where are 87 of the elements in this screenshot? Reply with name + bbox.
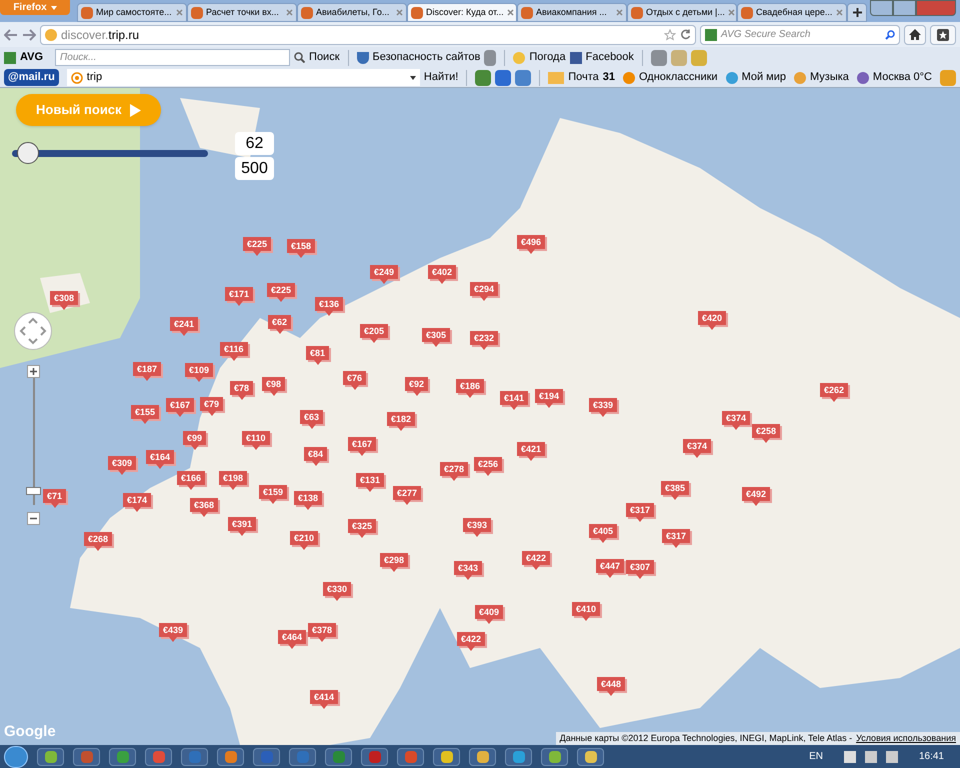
home-button[interactable] [904, 24, 926, 44]
url-text: discover.trip.ru [61, 26, 140, 44]
play-icon [130, 104, 141, 116]
toolbar-item[interactable]: Мой мир [726, 69, 786, 86]
taskbar-app-icon[interactable] [325, 748, 352, 766]
avg-search-field[interactable]: Поиск... [55, 49, 290, 66]
close-icon[interactable] [396, 9, 403, 16]
mail-item[interactable]: Почта 31 [548, 69, 615, 86]
clock[interactable]: 16:41 [918, 749, 944, 764]
browser-tab[interactable]: Discover: Куда от... [407, 3, 517, 22]
app-icon [856, 72, 869, 84]
map-logo: Google [4, 722, 56, 742]
back-icon[interactable] [4, 28, 18, 40]
taskbar-app-icon[interactable] [37, 748, 64, 766]
forward-icon[interactable] [22, 28, 36, 40]
close-icon[interactable] [728, 9, 735, 16]
search-icon [294, 52, 306, 63]
taskbar-app-icon[interactable] [433, 748, 460, 766]
language-indicator[interactable]: EN [809, 749, 823, 764]
toolbar-item[interactable]: Москва 0°C [856, 69, 932, 86]
toolbar-item[interactable]: Безопасность сайтов [356, 49, 480, 66]
app-icon [794, 72, 806, 84]
mail-logo[interactable]: @mail.ru [4, 69, 59, 86]
min-price-value: 62 [235, 132, 274, 155]
toolbar-item[interactable]: Facebook [570, 49, 634, 66]
taskbar-app-icon[interactable] [541, 748, 568, 766]
browser-tab[interactable]: Расчет точки вх... [187, 3, 297, 22]
address-bar[interactable]: discover.trip.ru [40, 24, 696, 44]
avg-logo[interactable]: AVG [4, 49, 44, 66]
map-attribution: Данные карты ©2012 Europa Technologies, INEGI, MapLink, Tele Atlas - [560, 732, 852, 745]
taskbar-app-icon[interactable] [577, 748, 604, 766]
toolbar-item[interactable]: Музыка [794, 69, 849, 86]
terms-link[interactable]: Условия использования [856, 732, 956, 745]
envelope-icon [548, 72, 564, 84]
maximize-button[interactable] [893, 0, 916, 16]
mail-search-field[interactable]: trip [66, 69, 420, 86]
taskbar-app-icon[interactable] [217, 748, 244, 766]
reload-icon[interactable] [680, 29, 691, 40]
taskbar-app-icon[interactable] [361, 748, 388, 766]
browser-tab[interactable]: Свадебная цере... [737, 3, 847, 22]
zoom-handle[interactable] [26, 487, 41, 495]
minus-icon [30, 515, 37, 522]
map-drawing[interactable] [0, 88, 960, 745]
toolbar-item[interactable]: Погода [513, 49, 566, 66]
zoom-out-button[interactable] [27, 512, 40, 525]
close-icon[interactable] [506, 9, 514, 16]
app-icon [726, 72, 738, 84]
app-icon [622, 72, 635, 84]
bookmarks-icon [937, 28, 949, 40]
zoom-in-button[interactable] [27, 365, 40, 378]
close-icon[interactable] [836, 9, 843, 16]
taskbar-app-icon[interactable] [469, 748, 496, 766]
home-icon [909, 29, 921, 40]
arrows-icon [19, 317, 47, 345]
start-button[interactable] [4, 746, 28, 768]
browser-tab[interactable]: Авиабилеты, Го... [297, 3, 407, 22]
search-button[interactable]: Поиск [294, 49, 340, 66]
browser-tab[interactable]: Авиакомпания ... [517, 3, 627, 22]
star-icon[interactable] [664, 28, 676, 40]
taskbar-app-icon[interactable] [145, 748, 172, 766]
taskbar-app-icon[interactable] [73, 748, 100, 766]
at-sign-icon [70, 72, 83, 84]
firefox-menu-button[interactable]: Firefox [0, 0, 70, 15]
bookmarks-button[interactable] [930, 24, 956, 44]
find-button[interactable]: Найти! [424, 69, 458, 86]
taskbar-app-icon[interactable] [289, 748, 316, 766]
search-field[interactable]: AVG Secure Search [700, 24, 900, 44]
search-icon[interactable] [885, 30, 895, 40]
close-icon[interactable] [176, 9, 183, 16]
browser-tab[interactable]: Отдых с детьми |... [627, 3, 737, 22]
plus-icon [852, 8, 862, 17]
caret-icon [50, 6, 57, 10]
taskbar-app-icon[interactable] [253, 748, 280, 766]
new-search-button[interactable]: Новый поиск [16, 94, 161, 126]
shield-icon [356, 52, 369, 64]
price-slider[interactable] [12, 142, 208, 164]
taskbar-app-icon[interactable] [109, 748, 136, 766]
taskbar-app-icon[interactable] [181, 748, 208, 766]
close-icon[interactable] [286, 9, 293, 16]
taskbar-app-icon[interactable] [505, 748, 532, 766]
browser-tab[interactable]: Мир самостояте... [77, 3, 187, 22]
close-icon[interactable] [616, 9, 623, 16]
new-tab-button[interactable] [847, 3, 867, 22]
max-price-value: 500 [235, 157, 274, 180]
taskbar-app-icon[interactable] [397, 748, 424, 766]
toolbar-item[interactable]: Одноклассники [622, 69, 718, 86]
plus-icon [30, 368, 37, 375]
